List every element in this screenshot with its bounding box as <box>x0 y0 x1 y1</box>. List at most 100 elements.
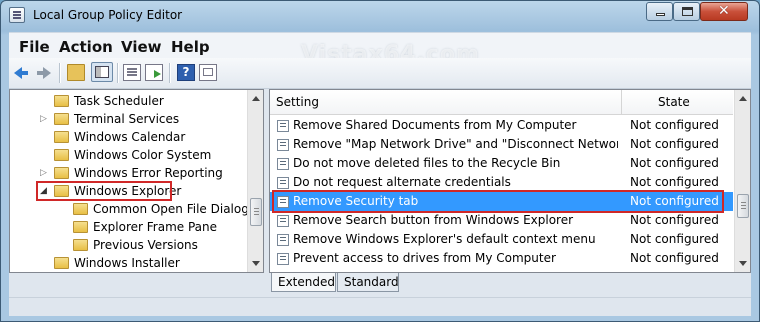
show-hide-tree-icon[interactable] <box>91 62 113 82</box>
setting-name: Remove "Map Network Drive" and "Disconne… <box>293 137 618 151</box>
maximize-icon <box>682 7 693 16</box>
scroll-thumb[interactable] <box>737 194 749 218</box>
close-icon: ✕ <box>718 3 730 19</box>
tab-standard[interactable]: Standard <box>337 273 399 292</box>
policy-setting-icon <box>277 253 289 265</box>
setting-name: Do not move deleted files to the Recycle… <box>293 156 561 170</box>
setting-name: Remove Shared Documents from My Computer <box>293 118 577 132</box>
policy-editor-icon <box>9 7 25 23</box>
help-icon[interactable]: ? <box>177 64 195 81</box>
back-arrow-icon <box>14 67 28 79</box>
setting-state: Not configured <box>630 232 719 246</box>
tree-pane: Task Scheduler ▷ Terminal Services Windo… <box>9 89 264 273</box>
setting-state: Not configured <box>630 213 719 227</box>
tree-item[interactable]: Common Open File Dialog <box>10 200 249 218</box>
policy-setting-icon <box>277 120 289 132</box>
client-area: Task Scheduler ▷ Terminal Services Windo… <box>9 89 751 297</box>
list-item[interactable]: Remove Windows Explorer's default contex… <box>270 230 733 249</box>
scroll-thumb[interactable] <box>250 198 262 226</box>
setting-state: Not configured <box>630 251 719 265</box>
list-item[interactable]: Prevent access to drives from My Compute… <box>270 249 733 268</box>
scroll-down-icon[interactable] <box>735 255 750 272</box>
toolbar-separator <box>117 63 119 83</box>
list-item[interactable]: Do not request alternate credentials Not… <box>270 173 733 192</box>
tree-item[interactable]: ▷ Terminal Services <box>10 110 246 128</box>
scroll-down-icon[interactable] <box>248 255 263 272</box>
forward-arrow-icon <box>37 67 51 79</box>
list-item[interactable]: Remove "Map Network Drive" and "Disconne… <box>270 135 733 154</box>
scroll-up-icon[interactable] <box>735 90 750 107</box>
tree-item[interactable]: Explorer Frame Pane <box>10 218 246 236</box>
list-item[interactable]: Remove Search button from Windows Explor… <box>270 211 733 230</box>
collapse-arrow-icon[interactable]: ◢ <box>40 182 47 200</box>
tree-item[interactable]: Windows Installer <box>10 254 246 272</box>
up-folder-icon[interactable] <box>67 64 85 81</box>
menu-file[interactable]: File <box>19 38 50 56</box>
tree-item-label: Windows Color System <box>74 148 212 162</box>
toolbar-separator <box>169 63 171 83</box>
setting-state: Not configured <box>630 156 719 170</box>
expand-arrow-icon[interactable]: ▷ <box>40 110 47 128</box>
tab-extended[interactable]: Extended <box>271 273 336 292</box>
status-bar <box>9 297 751 316</box>
setting-name: Remove Search button from Windows Explor… <box>293 213 574 227</box>
tree-item-label: Windows Error Reporting <box>74 166 223 180</box>
forward-button[interactable] <box>35 64 53 81</box>
extended-view-icon[interactable] <box>199 64 217 81</box>
column-header-setting[interactable]: Setting <box>276 95 319 109</box>
policy-setting-icon <box>277 215 289 227</box>
folder-icon <box>73 203 88 215</box>
folder-icon <box>54 113 69 125</box>
menu-help[interactable]: Help <box>171 38 210 56</box>
setting-state: Not configured <box>630 118 719 132</box>
minimize-icon <box>656 13 665 16</box>
list-item-selected[interactable]: Remove Security tab Not configured <box>270 192 733 211</box>
policy-setting-icon <box>277 234 289 246</box>
tree-item-label: Explorer Frame Pane <box>93 220 218 234</box>
tree-item-label: Terminal Services <box>74 112 180 126</box>
setting-name: Remove Security tab <box>293 194 419 208</box>
scroll-up-icon[interactable] <box>248 90 263 107</box>
close-button[interactable]: ✕ <box>700 2 748 21</box>
list-item[interactable]: Remove Shared Documents from My Computer… <box>270 116 733 135</box>
folder-icon <box>73 239 88 251</box>
tree-item-windows-explorer[interactable]: ◢ Windows Explorer <box>10 182 246 200</box>
tree-item[interactable]: Task Scheduler <box>10 92 246 110</box>
back-button[interactable] <box>13 64 31 81</box>
policy-setting-icon <box>277 177 289 189</box>
settings-list: Setting State Remove Shared Documents fr… <box>269 89 751 273</box>
tree-item[interactable]: Windows Calendar <box>10 128 246 146</box>
tree-scrollbar[interactable] <box>247 90 263 272</box>
folder-icon <box>54 131 69 143</box>
tree-item[interactable]: ▷ Windows Error Reporting <box>10 164 246 182</box>
view-tabs: Extended Standard <box>271 273 751 295</box>
maximize-button[interactable] <box>673 2 700 21</box>
list-scrollbar[interactable] <box>734 90 750 272</box>
setting-name: Prevent access to drives from My Compute… <box>293 251 556 265</box>
toolbar-separator <box>59 63 61 83</box>
policy-setting-icon <box>277 158 289 170</box>
folder-icon <box>54 95 69 107</box>
expand-arrow-icon[interactable]: ▷ <box>40 164 47 182</box>
policy-setting-icon <box>277 196 289 208</box>
tree-item[interactable]: Windows Color System <box>10 146 246 164</box>
title-bar[interactable]: Local Group Policy Editor ✕ <box>1 1 759 31</box>
tree-item-label: Windows Calendar <box>74 130 186 144</box>
folder-icon <box>54 185 69 197</box>
tree-item-label: Previous Versions <box>93 238 198 252</box>
list-item[interactable]: Do not move deleted files to the Recycle… <box>270 154 733 173</box>
column-header-state[interactable]: State <box>658 95 690 109</box>
tree-item[interactable]: Previous Versions <box>10 236 246 254</box>
setting-state: Not configured <box>630 175 719 189</box>
setting-state: Not configured <box>630 137 719 151</box>
menu-view[interactable]: View <box>121 38 162 56</box>
menu-action[interactable]: Action <box>59 38 113 56</box>
export-list-icon[interactable] <box>145 64 163 81</box>
folder-icon <box>54 167 69 179</box>
folder-icon <box>73 221 88 233</box>
tree-item-label: Common Open File Dialog <box>93 202 249 216</box>
column-divider[interactable] <box>621 90 622 114</box>
minimize-button[interactable] <box>646 2 673 21</box>
policy-setting-icon <box>277 139 289 151</box>
properties-icon[interactable] <box>123 64 141 81</box>
